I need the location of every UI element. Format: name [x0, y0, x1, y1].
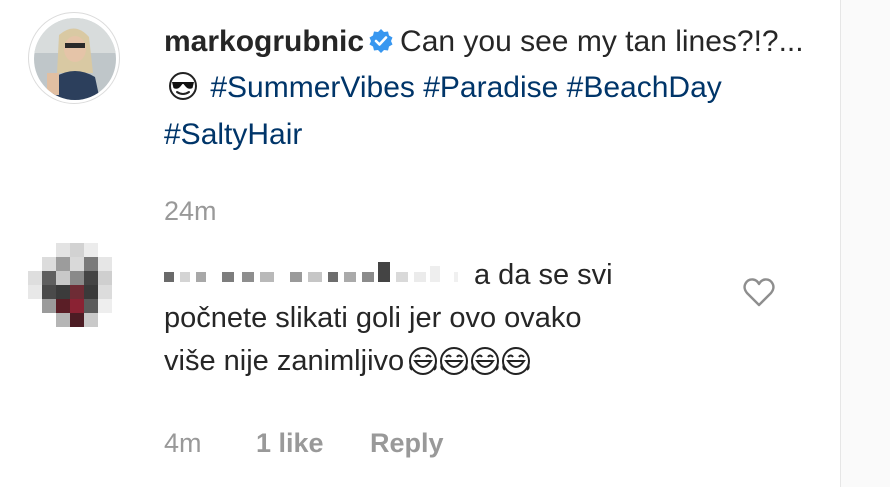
commenter-avatar[interactable]: [28, 243, 114, 331]
hashtag-beachday[interactable]: #BeachDay: [567, 71, 722, 104]
comment-likes-button[interactable]: 1 like: [256, 428, 324, 459]
laughing-emoji-group: [408, 346, 532, 389]
laughing-face-icon: [471, 347, 500, 375]
comment-text-line3: više nije zanimljivo: [164, 345, 405, 377]
comment-text-line2: počnete slikati goli jer ovo ovako: [164, 302, 582, 334]
reply-button[interactable]: Reply: [370, 428, 444, 459]
username-link[interactable]: markogrubnic: [164, 25, 364, 58]
hashtag-summervibes[interactable]: #SummerVibes: [210, 71, 415, 104]
laughing-face-icon: [440, 347, 469, 375]
comment-timestamp[interactable]: 4m: [164, 428, 202, 459]
post-timestamp[interactable]: 24m: [164, 196, 217, 227]
sunglasses-face-icon: [168, 70, 198, 113]
caption-text: Can you see my tan lines?!?...: [400, 25, 804, 58]
hashtag-saltyhair[interactable]: #SaltyHair: [164, 118, 302, 151]
laughing-face-icon: [409, 347, 438, 375]
comment-thread: markogrubnic Can you see my tan lines?!?.…: [0, 0, 890, 487]
hashtag-paradise[interactable]: #Paradise: [423, 71, 558, 104]
comment-text-line1: a da se svi: [474, 259, 613, 291]
comment-body: a da se svi počnete slikati goli jer ovo…: [164, 254, 704, 389]
author-avatar[interactable]: [28, 12, 120, 104]
author-avatar-image: [34, 18, 116, 100]
commenter-avatar-pixelated: [28, 243, 112, 327]
heart-icon[interactable]: [742, 276, 776, 308]
laughing-face-icon: [502, 347, 531, 375]
right-scroll-panel: [840, 0, 890, 487]
post-caption: markogrubnic Can you see my tan lines?!?.…: [164, 20, 804, 156]
verified-badge-icon: [368, 23, 394, 66]
